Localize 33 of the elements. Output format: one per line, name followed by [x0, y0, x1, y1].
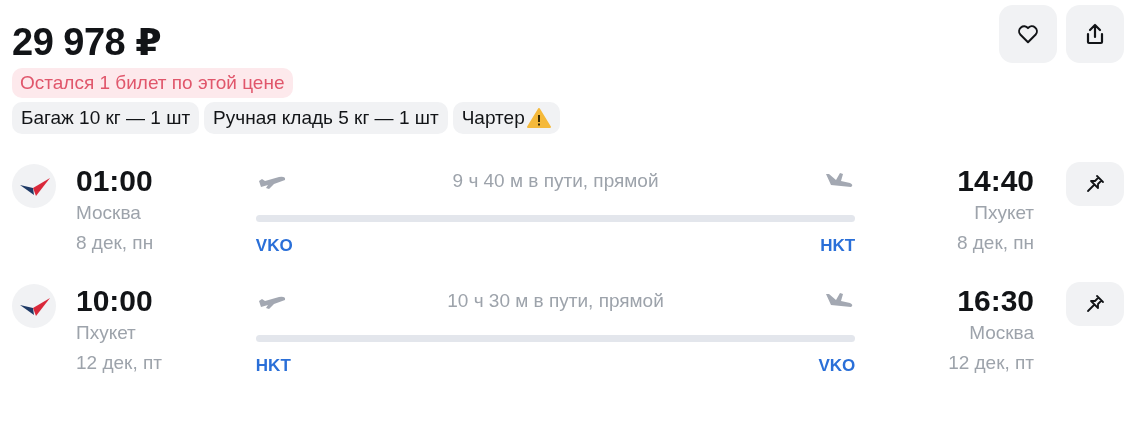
- alert-badge: Остался 1 билет по этой цене: [12, 68, 293, 98]
- pin-icon: [1085, 294, 1106, 314]
- arrival-city: Пхукет: [974, 201, 1035, 225]
- pin-button[interactable]: [1066, 162, 1124, 206]
- arrival-date: 12 дек, пт: [948, 351, 1035, 375]
- airport-code: VKO: [818, 356, 856, 376]
- departure-date: 8 дек, пн: [76, 231, 155, 255]
- arrival-time: 16:30: [957, 284, 1035, 318]
- arrival-city: Москва: [969, 321, 1035, 345]
- arrival-time: 14:40: [957, 164, 1035, 198]
- departure-time: 10:00: [76, 284, 154, 318]
- share-button[interactable]: [1066, 5, 1124, 63]
- airport-code: HKT: [255, 356, 291, 376]
- departure-city: Москва: [76, 201, 142, 225]
- tag-label: Багаж 10 кг — 1 шт: [21, 107, 191, 129]
- departure-time: 01:00: [76, 164, 154, 198]
- airline-logo: [12, 284, 56, 328]
- flight-duration: 10 ч 30 м в пути, прямой: [447, 290, 664, 312]
- heart-icon: [1017, 24, 1039, 44]
- pin-button[interactable]: [1066, 282, 1124, 326]
- arrival-date: 8 дек, пн: [956, 231, 1035, 255]
- price: 29 978 ₽: [12, 20, 162, 64]
- departure-city: Пхукет: [76, 321, 137, 345]
- flight-duration: 9 ч 40 м в пути, прямой: [452, 170, 659, 192]
- airline-logo: [12, 164, 56, 208]
- share-icon: [1084, 22, 1106, 46]
- favorite-button[interactable]: [999, 5, 1057, 63]
- departure-date: 12 дек, пт: [76, 351, 163, 375]
- pin-icon: [1085, 174, 1106, 194]
- tag-label: Чартер: [461, 107, 525, 129]
- airport-code: VKO: [255, 236, 293, 256]
- tag-label: Ручная кладь 5 кг — 1 шт: [213, 107, 439, 129]
- airport-code: HKT: [820, 236, 856, 256]
